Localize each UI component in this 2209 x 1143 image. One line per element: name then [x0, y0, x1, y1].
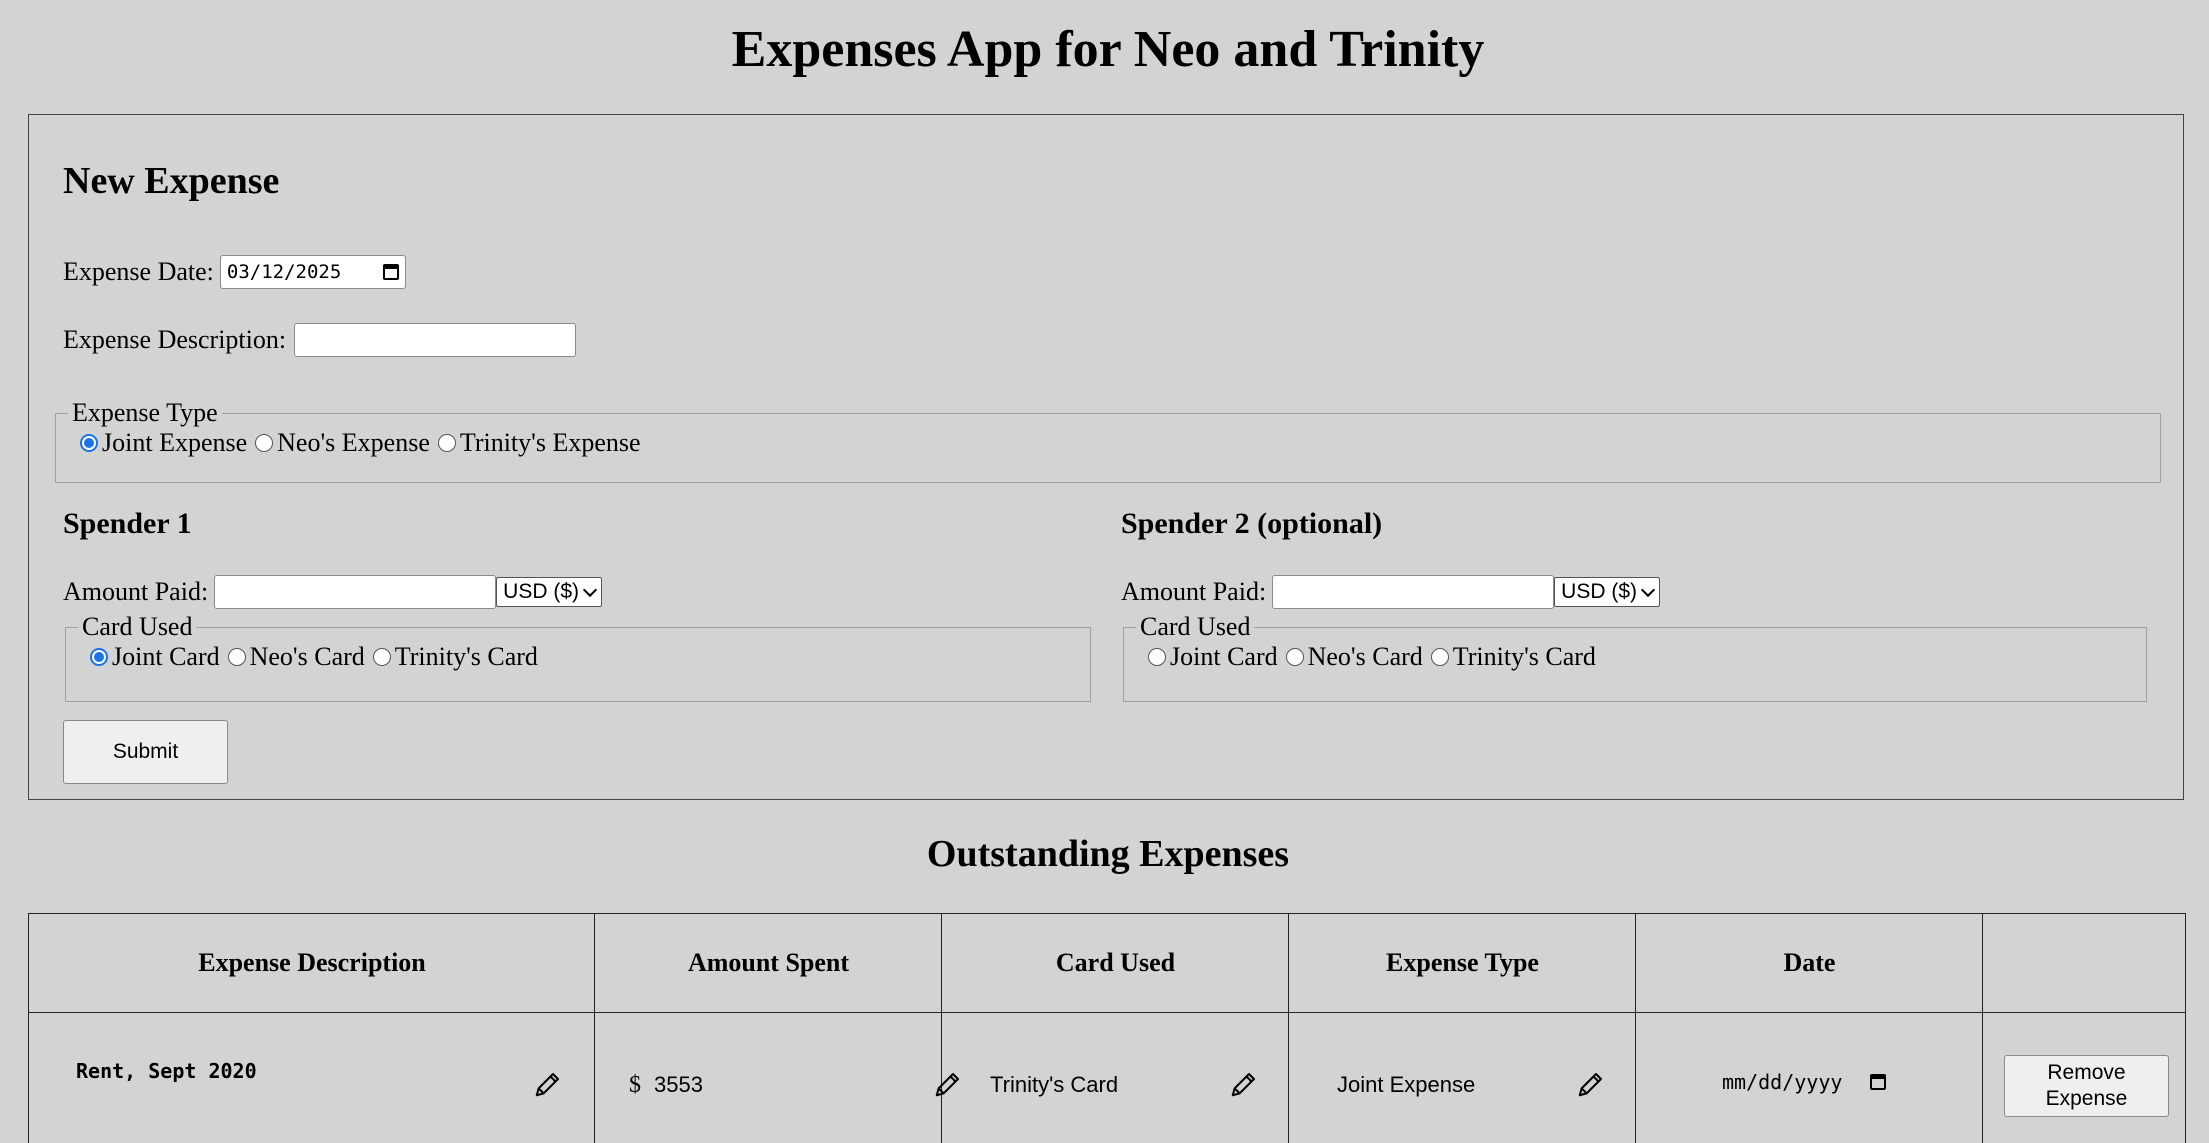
new-expense-title: New Expense [63, 160, 280, 202]
expense-date-value: 03/12/2025 [226, 261, 342, 283]
th-actions [1983, 914, 2185, 1012]
expense-description-row: Expense Description: [63, 323, 577, 357]
expense-date-input[interactable]: 03/12/2025 [219, 255, 406, 289]
radio-label-trinitys-expense: Trinity's Expense [459, 428, 641, 457]
spender2-radio-neos-card[interactable] [1285, 648, 1304, 666]
outstanding-expenses-title: Outstanding Expenses [926, 833, 1290, 875]
row-description: Rent, Sept 2020 [76, 1059, 257, 1083]
expense-date-row: Expense Date: 03/12/2025 [63, 255, 406, 289]
spender2-title: Spender 2 (optional) [1121, 507, 1383, 540]
row-date-placeholder: mm/dd/yyyy [1722, 1070, 1843, 1094]
spender2-radio-label-trinitys-card: Trinity's Card [1452, 642, 1596, 671]
row-card: Trinity's Card [990, 1072, 1119, 1097]
row-currency-symbol: $ [629, 1072, 641, 1098]
outstanding-expenses-table: Expense Description Amount Spent Card Us… [28, 913, 2186, 1143]
spender1-radio-label-trinitys-card: Trinity's Card [394, 642, 538, 671]
chevron-down-icon [1640, 582, 1656, 597]
radio-label-neos-expense: Neo's Expense [277, 428, 430, 457]
radio-neos-expense[interactable] [255, 434, 274, 452]
expense-type-legend: Expense Type [72, 398, 218, 427]
th-amount-spent: Amount Spent [687, 948, 850, 977]
spender1-radio-label-neos-card: Neo's Card [249, 642, 365, 671]
spender2-amount-label: Amount Paid: [1121, 577, 1267, 606]
radio-label-joint-expense: Joint Expense [102, 428, 248, 457]
spender1-radio-label-joint-card: Joint Card [112, 642, 220, 671]
spender1-radio-neos-card[interactable] [227, 648, 246, 666]
expense-date-label: Expense Date: [63, 257, 214, 286]
radio-trinitys-expense[interactable] [437, 434, 456, 452]
expense-description-input[interactable] [294, 323, 577, 357]
spender1-radio-trinitys-card[interactable] [372, 648, 391, 666]
spender1-card-legend: Card Used [82, 612, 193, 641]
th-expense-type: Expense Type [1386, 948, 1539, 977]
row-date-input[interactable]: mm/dd/yyyy [1722, 1070, 1887, 1094]
spender2-radio-trinitys-card[interactable] [1430, 648, 1449, 666]
spender1-currency-select[interactable]: USD ($) [496, 577, 603, 607]
th-card-used: Card Used [1055, 948, 1176, 977]
page: Expenses App for Neo and Trinity New Exp… [0, 0, 2209, 1143]
spender2-currency-value: USD ($) [1561, 580, 1638, 603]
spender2-currency-select[interactable]: USD ($) [1554, 577, 1661, 607]
spender1-currency-value: USD ($) [503, 580, 580, 603]
expense-description-label: Expense Description: [63, 325, 287, 354]
spender1-radio-joint-card[interactable] [90, 648, 108, 666]
spender2-card-legend: Card Used [1140, 612, 1251, 641]
th-date: Date [1783, 948, 1836, 977]
submit-button[interactable]: Submit [63, 720, 228, 784]
calendar-icon[interactable] [1870, 1074, 1887, 1090]
spender1-amount-label: Amount Paid: [63, 577, 209, 606]
spender1-card-group: Card Used Joint Card Neo's Card Trinity'… [65, 612, 1091, 702]
app-title: Expenses App for Neo and Trinity [731, 21, 1485, 78]
spender2-radio-label-neos-card: Neo's Card [1307, 642, 1423, 671]
pencil-icon[interactable] [1576, 1069, 1606, 1099]
remove-expense-button[interactable]: Remove Expense [2004, 1055, 2169, 1117]
spender1-amount-row: Amount Paid: USD ($) [63, 575, 603, 609]
radio-joint-expense[interactable] [80, 434, 98, 452]
pencil-icon[interactable] [933, 1069, 963, 1099]
row-amount: 3553 [654, 1072, 703, 1097]
row-type: Joint Expense [1337, 1072, 1476, 1097]
spender1-amount-input[interactable] [214, 575, 497, 609]
expense-type-group: Expense Type Joint Expense Neo's Expense… [55, 398, 2161, 483]
pencil-icon[interactable] [533, 1069, 563, 1099]
spender2-radio-label-joint-card: Joint Card [1170, 642, 1278, 671]
chevron-down-icon [582, 582, 598, 597]
new-expense-form: New Expense Expense Date: 03/12/2025 Exp… [28, 114, 2184, 800]
calendar-icon[interactable] [382, 264, 399, 280]
spender1-title: Spender 1 [63, 507, 192, 540]
table-header-divider [29, 1012, 2185, 1013]
spender2-card-group: Card Used Joint Card Neo's Card Trinity'… [1123, 612, 2147, 702]
spender2-amount-row: Amount Paid: USD ($) [1121, 575, 1661, 609]
spender2-amount-input[interactable] [1272, 575, 1555, 609]
spender2-radio-joint-card[interactable] [1148, 648, 1166, 666]
th-expense-description: Expense Description [198, 948, 426, 977]
pencil-icon[interactable] [1229, 1069, 1259, 1099]
